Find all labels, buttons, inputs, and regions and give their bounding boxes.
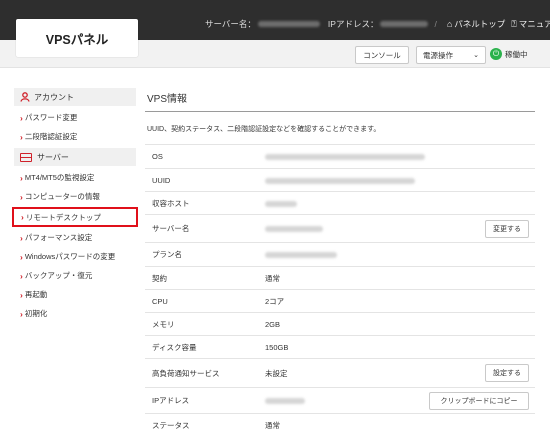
- row-value: [265, 152, 535, 161]
- row-key: サーバー名: [152, 224, 190, 233]
- sidebar-item-performance[interactable]: › パフォーマンス設定: [14, 228, 136, 247]
- info-row-server-name: サーバー名 変更する: [145, 215, 535, 243]
- sidebar-item-mt-monitoring[interactable]: › MT4/MT5の監視設定: [14, 168, 136, 187]
- row-value: [265, 199, 535, 208]
- power-select-value: 電源操作: [423, 50, 453, 60]
- chevron-right-icon: ›: [20, 308, 23, 319]
- chevron-right-icon: ›: [20, 289, 23, 300]
- app-logo[interactable]: VPSパネル: [16, 19, 138, 57]
- sidebar-item-label: 二段階認証設定: [24, 132, 78, 141]
- manual-link[interactable]: ⍰ マニュアル: [511, 18, 550, 30]
- panel-top-link[interactable]: ⌂ パネルトップ: [447, 18, 505, 30]
- sidebar-item-label: MT4/MT5の監視設定: [24, 173, 95, 182]
- chevron-right-icon: ›: [20, 112, 23, 123]
- server-heading-label: サーバー: [37, 152, 69, 162]
- row-key: 収容ホスト: [152, 198, 190, 208]
- info-row-host: 収容ホスト: [145, 192, 535, 215]
- server-name-label: サーバー名：: [205, 19, 256, 29]
- sidebar-item-windows-password[interactable]: › Windowsパスワードの変更: [14, 247, 136, 266]
- info-row-contract: 契約 通常: [145, 267, 535, 290]
- row-value: [265, 250, 535, 259]
- sidebar-item-password-change[interactable]: › パスワード変更: [14, 108, 136, 127]
- row-value: 通常: [265, 421, 280, 430]
- row-value: 2コア: [265, 296, 285, 306]
- info-row-status: ステータス 通常: [145, 414, 535, 430]
- row-key: メモリ: [152, 319, 175, 329]
- row-value: 150GB: [265, 342, 289, 352]
- help-icon: ⍰: [511, 18, 517, 29]
- sidebar-item-label: 再起動: [24, 290, 48, 299]
- row-value: [265, 176, 535, 185]
- info-row-high-load-notice: 高負荷通知サービス 未設定 設定する: [145, 359, 535, 388]
- sidebar-item-label: Windowsパスワードの変更: [24, 252, 116, 261]
- page-title: VPS情報: [145, 86, 535, 112]
- chevron-right-icon: ›: [20, 191, 23, 202]
- power-icon: ⏻: [490, 48, 502, 60]
- console-button[interactable]: コンソール: [355, 46, 409, 64]
- row-key: CPU: [152, 296, 168, 306]
- info-row-uuid: UUID: [145, 169, 535, 192]
- sidebar-item-reboot[interactable]: › 再起動: [14, 285, 136, 304]
- sidebar-item-label: バックアップ・復元: [24, 271, 93, 280]
- info-row-plan: プラン名: [145, 243, 535, 267]
- info-row-memory: メモリ 2GB: [145, 313, 535, 336]
- person-icon: [20, 92, 30, 102]
- account-heading-label: アカウント: [34, 92, 74, 102]
- row-key: 高負荷通知サービス: [152, 368, 220, 378]
- sidebar-item-label: 初期化: [24, 309, 48, 318]
- sidebar-item-label: コンピューターの情報: [24, 192, 100, 201]
- sidebar-heading-account: アカウント: [14, 88, 136, 106]
- row-key: ステータス: [152, 421, 190, 430]
- server-status: ⏻ 稼働中: [490, 48, 528, 60]
- chevron-right-icon: ›: [20, 270, 23, 281]
- row-key: プラン名: [152, 250, 182, 259]
- configure-notice-button[interactable]: 設定する: [485, 364, 529, 382]
- info-row-os: OS: [145, 145, 535, 169]
- sidebar-item-computer-info[interactable]: › コンピューターの情報: [14, 187, 136, 206]
- manual-label: マニュアル: [518, 19, 550, 29]
- info-row-cpu: CPU 2コア: [145, 290, 535, 313]
- sidebar-item-label: パフォーマンス設定: [24, 233, 93, 242]
- sidebar-item-label: パスワード変更: [24, 113, 78, 122]
- status-label: 稼働中: [505, 49, 528, 59]
- power-operation-select[interactable]: 電源操作 ⌄: [416, 46, 486, 64]
- vps-info-panel: VPS情報 UUID、契約ステータス、二段階認証設定などを確認することができます…: [145, 86, 535, 430]
- ip-value-redacted: [380, 21, 429, 27]
- row-key: IPアドレス: [152, 396, 190, 405]
- home-icon: ⌂: [446, 19, 453, 29]
- chevron-right-icon: ›: [20, 251, 23, 262]
- header-separator: /: [434, 19, 437, 29]
- chevron-right-icon: ›: [20, 232, 23, 243]
- server-name-value-redacted: [257, 21, 320, 27]
- row-key: OS: [152, 152, 163, 161]
- row-key: UUID: [152, 175, 171, 185]
- info-row-disk: ディスク容量 150GB: [145, 336, 535, 359]
- page-description: UUID、契約ステータス、二段階認証設定などを確認することができます。: [145, 112, 535, 145]
- sidebar-item-two-factor[interactable]: › 二段階認証設定: [14, 127, 136, 146]
- sidebar-heading-server: サーバー: [14, 148, 136, 166]
- ip-label: IPアドレス：: [327, 19, 379, 29]
- copy-to-clipboard-button[interactable]: クリップボードにコピー: [429, 391, 529, 410]
- server-icon: [20, 152, 32, 162]
- sidebar-item-initialize[interactable]: › 初期化: [14, 304, 136, 323]
- row-value: [265, 224, 485, 233]
- sidebar-item-label: リモートデスクトップ: [25, 212, 101, 222]
- row-value: 2GB: [265, 319, 281, 329]
- chevron-right-icon: ›: [21, 212, 24, 222]
- row-value: 通常: [265, 273, 280, 283]
- row-key: 契約: [152, 273, 167, 283]
- row-key: ディスク容量: [152, 342, 197, 352]
- row-value: 未設定: [265, 368, 288, 378]
- server-summary: サーバー名： IPアドレス： / ⌂ パネルトップ ⍰ マニュアル: [205, 18, 550, 30]
- chevron-right-icon: ›: [20, 131, 23, 142]
- info-row-ip-address: IPアドレス クリップボードにコピー: [145, 388, 535, 414]
- change-server-name-button[interactable]: 変更する: [485, 219, 529, 238]
- sidebar-item-backup-restore[interactable]: › バックアップ・復元: [14, 266, 136, 285]
- sidebar: アカウント › パスワード変更 › 二段階認証設定 サーバー › MT4/MT5の監視…: [12, 88, 138, 323]
- chevron-down-icon: ⌄: [473, 52, 479, 59]
- chevron-right-icon: ›: [20, 172, 23, 183]
- sidebar-item-remote-desktop[interactable]: › リモートデスクトップ: [12, 207, 138, 227]
- panel-top-label: パネルトップ: [454, 19, 506, 29]
- row-value: [265, 396, 429, 405]
